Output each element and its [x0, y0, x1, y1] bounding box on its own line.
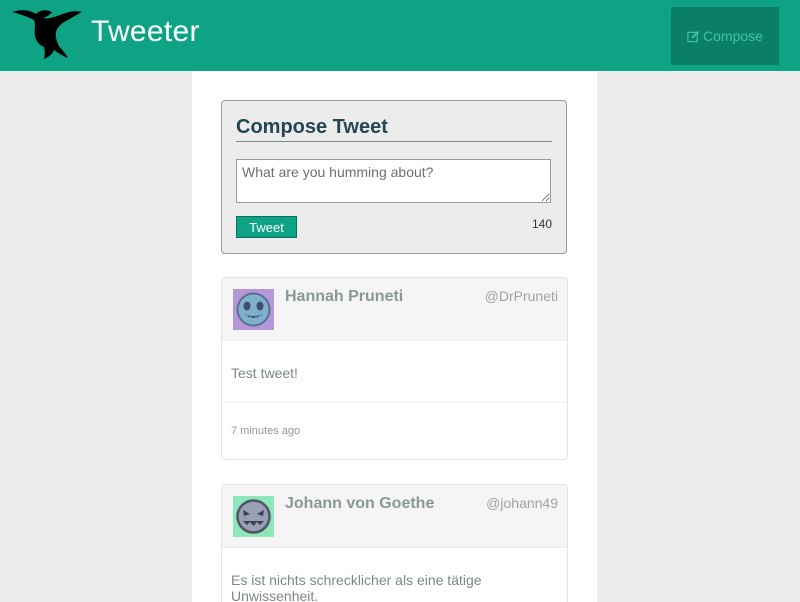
compose-tweet-form: Compose Tweet Tweet 140: [221, 100, 567, 254]
tweet-text: Test tweet!: [222, 341, 567, 403]
character-counter: 140: [531, 217, 552, 231]
app-title: Tweeter: [91, 15, 200, 48]
tweet-header: Johann von Goethe @johann49: [222, 485, 567, 548]
tweet-card: Johann von Goethe @johann49 Es ist nicht…: [221, 484, 568, 602]
compose-button[interactable]: Compose: [671, 7, 779, 65]
edit-icon: [687, 30, 700, 42]
hummingbird-logo-icon: [12, 10, 82, 59]
tweet-timestamp: 7 minutes ago: [231, 425, 301, 437]
avatar: [233, 496, 274, 537]
tweet-text: Es ist nichts schrecklicher als eine tät…: [222, 548, 567, 602]
main-container: Compose Tweet Tweet 140 Hannah Pruneti @…: [192, 71, 597, 602]
tweet-author-name: Hannah Pruneti: [285, 288, 404, 305]
tweet-author-handle[interactable]: @DrPruneti: [485, 288, 558, 304]
navbar: Tweeter Compose: [0, 0, 800, 71]
tweet-author-name: Johann von Goethe: [285, 495, 435, 512]
tweet-input[interactable]: [236, 159, 551, 203]
tweet-header: Hannah Pruneti @DrPruneti: [222, 278, 567, 341]
compose-title: Compose Tweet: [236, 116, 552, 142]
compose-button-label: Compose: [703, 28, 763, 44]
tweet-button[interactable]: Tweet: [236, 216, 297, 238]
tweet-card: Hannah Pruneti @DrPruneti Test tweet! 7 …: [221, 277, 568, 460]
avatar: [233, 289, 274, 330]
tweet-author-handle[interactable]: @johann49: [486, 495, 558, 511]
